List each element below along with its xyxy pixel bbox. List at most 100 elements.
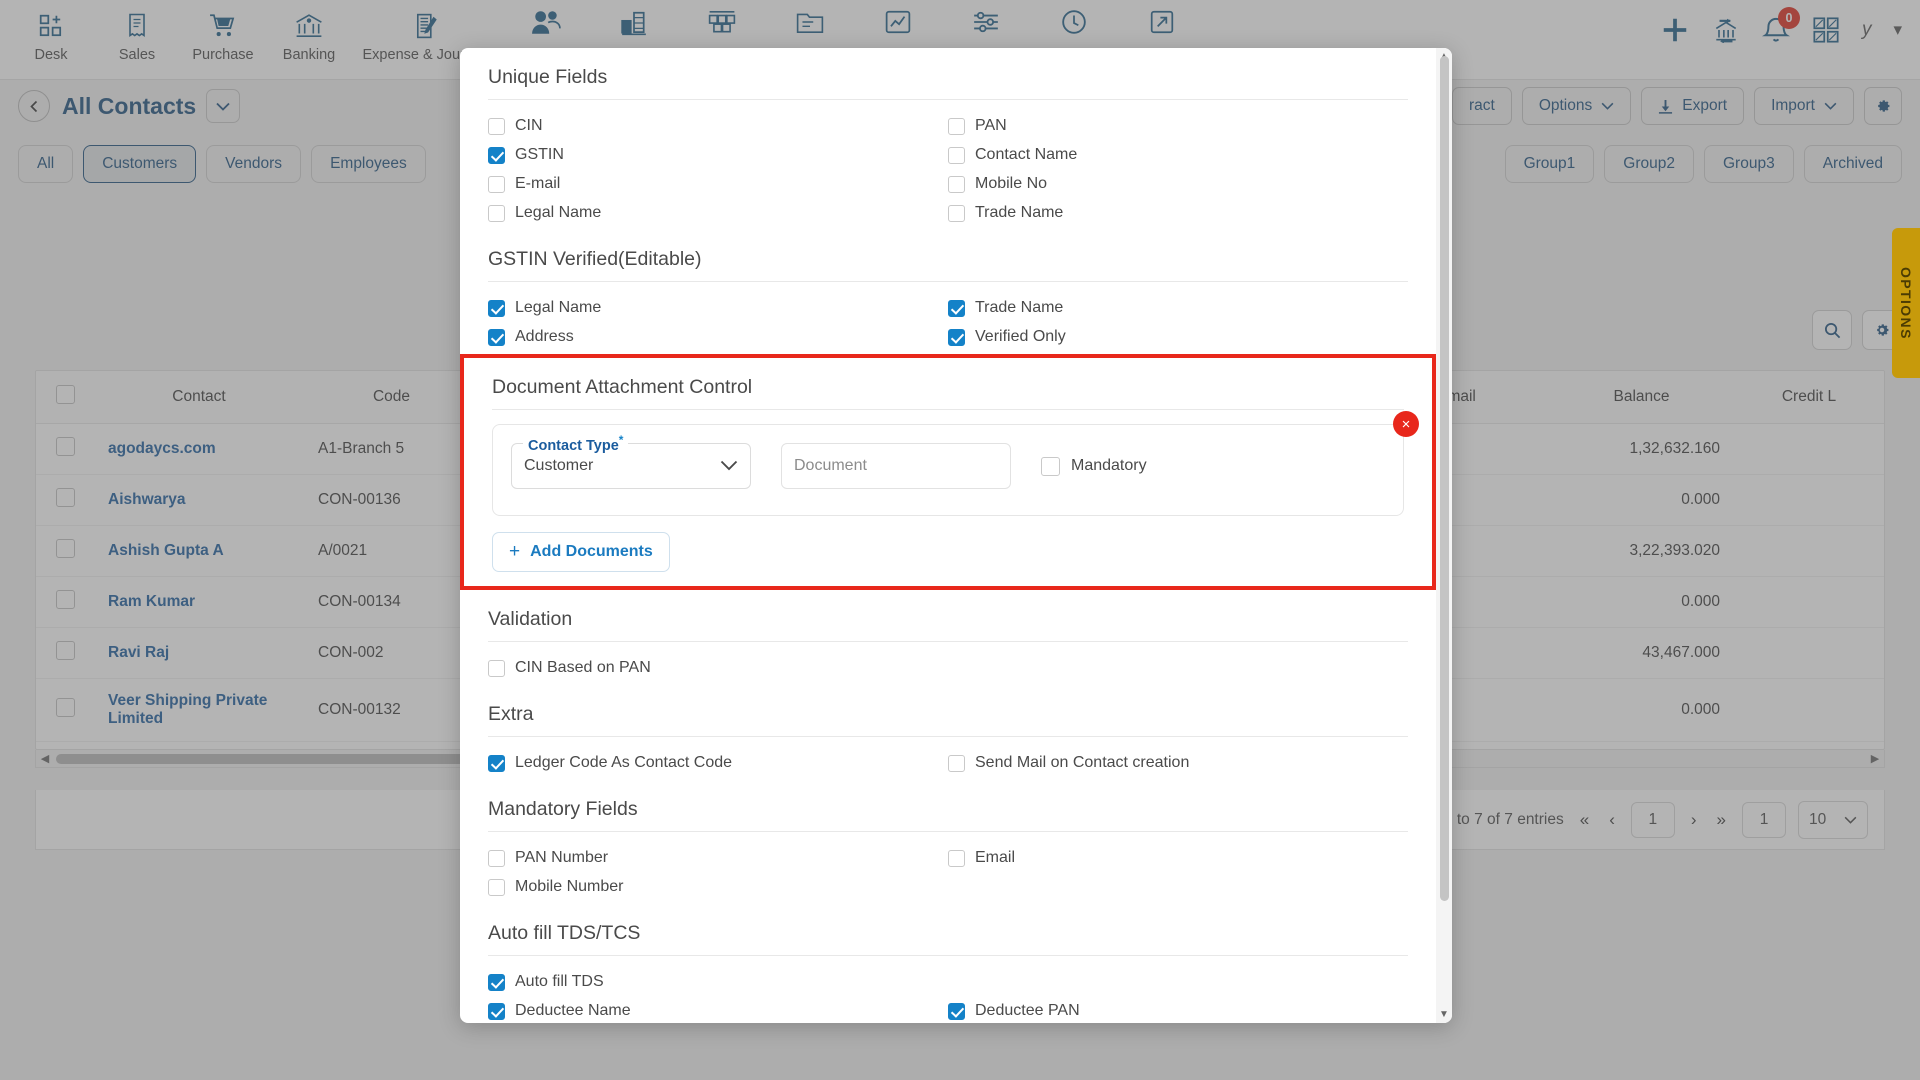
current-page-button[interactable]: 1 bbox=[1630, 801, 1675, 838]
checkbox-row[interactable]: Auto fill TDS bbox=[488, 970, 948, 994]
prev-page-button[interactable]: ‹ bbox=[1605, 810, 1619, 830]
row-select-checkbox[interactable] bbox=[55, 437, 75, 456]
nav-item-contacts[interactable] bbox=[502, 0, 590, 42]
nav-item-export-window[interactable] bbox=[1118, 0, 1206, 40]
modal-scrollbar-track[interactable]: ▲ ▼ bbox=[1436, 48, 1452, 1023]
checkbox-row[interactable]: Contact Name bbox=[948, 143, 1408, 167]
first-page-button[interactable]: « bbox=[1576, 810, 1593, 830]
checkbox-e-mail[interactable] bbox=[488, 175, 505, 193]
mandatory-toggle[interactable]: Mandatory bbox=[1041, 456, 1147, 476]
checkbox-deductee-name[interactable] bbox=[488, 1002, 505, 1020]
notifications-bell-button[interactable]: 0 bbox=[1761, 7, 1800, 44]
checkbox-address[interactable] bbox=[488, 328, 505, 346]
filter-tab-vendors[interactable]: Vendors bbox=[206, 145, 302, 183]
checkbox-contact-name[interactable] bbox=[948, 146, 965, 164]
checkbox-gstin[interactable] bbox=[488, 146, 505, 164]
scroll-right-arrow-icon[interactable]: ▶ bbox=[1866, 752, 1884, 765]
filter-tab-group2[interactable]: Group2 bbox=[1604, 145, 1694, 183]
checkbox-row[interactable]: Legal Name bbox=[488, 296, 948, 320]
modal-scrollbar-thumb[interactable] bbox=[1440, 56, 1449, 901]
checkbox-deductee-pan[interactable] bbox=[948, 1002, 965, 1020]
nav-item-desk[interactable]: Desk bbox=[8, 0, 94, 63]
nav-item-inventory[interactable] bbox=[590, 0, 678, 42]
scroll-down-arrow-icon[interactable]: ▼ bbox=[1438, 1009, 1450, 1020]
row-select-checkbox[interactable] bbox=[55, 590, 75, 609]
checkbox-legal-name[interactable] bbox=[488, 204, 505, 222]
page-title-dropdown-button[interactable] bbox=[206, 89, 241, 123]
nav-item-banking[interactable]: Banking bbox=[266, 0, 352, 63]
column-header-code[interactable]: Code bbox=[304, 371, 479, 424]
checkbox-auto-fill-tds[interactable] bbox=[488, 973, 505, 991]
checkbox-email[interactable] bbox=[948, 849, 965, 867]
column-header-balance[interactable]: Balance bbox=[1549, 371, 1734, 424]
nav-item-sales[interactable]: Sales bbox=[94, 0, 180, 63]
checkbox-row[interactable]: Trade Name bbox=[948, 201, 1408, 225]
checkbox-row[interactable]: Mobile Number bbox=[488, 875, 948, 899]
chevron-down-icon[interactable]: ▾ bbox=[1893, 20, 1902, 40]
nav-item-purchase[interactable]: Purchase bbox=[180, 0, 266, 63]
last-page-button[interactable]: » bbox=[1713, 810, 1730, 830]
checkbox-row[interactable]: PAN Number bbox=[488, 846, 948, 870]
contact-link[interactable]: Veer Shipping Private Limited bbox=[108, 692, 267, 727]
remove-document-row-button[interactable]: × bbox=[1393, 411, 1419, 437]
checkbox-send-mail-on-contact-creation[interactable] bbox=[948, 754, 965, 772]
checkbox-verified-only[interactable] bbox=[948, 328, 965, 346]
options-side-tab[interactable]: OPTIONS bbox=[1892, 228, 1920, 378]
search-button[interactable] bbox=[1812, 310, 1852, 350]
row-select-checkbox[interactable] bbox=[55, 488, 75, 507]
checkbox-legal-name[interactable] bbox=[488, 299, 505, 317]
import-button[interactable]: Import bbox=[1754, 87, 1854, 125]
column-header-credit-limit[interactable]: Credit L bbox=[1734, 371, 1884, 424]
checkbox-row[interactable]: Trade Name bbox=[948, 296, 1408, 320]
contact-link[interactable]: Ravi Raj bbox=[108, 644, 169, 661]
row-select-checkbox[interactable] bbox=[55, 641, 75, 660]
document-name-input[interactable] bbox=[781, 443, 1011, 489]
export-button[interactable]: Export bbox=[1641, 87, 1745, 125]
checkbox-row[interactable]: E-mail bbox=[488, 172, 948, 196]
checkbox-row[interactable]: Address bbox=[488, 325, 948, 349]
mandatory-checkbox[interactable] bbox=[1041, 456, 1060, 476]
contact-link[interactable]: Ashish Gupta A bbox=[108, 542, 224, 559]
row-select-checkbox[interactable] bbox=[55, 539, 75, 558]
checkbox-mobile-no[interactable] bbox=[948, 175, 965, 193]
back-button[interactable] bbox=[18, 90, 50, 122]
column-header-contact[interactable]: Contact bbox=[94, 371, 304, 424]
nav-item-refresh-cycle[interactable] bbox=[1030, 0, 1118, 40]
filter-tab-customers[interactable]: Customers bbox=[83, 145, 197, 183]
add-new-button[interactable] bbox=[1660, 15, 1690, 45]
checkbox-ledger-code-as-contact-code[interactable] bbox=[488, 754, 505, 772]
filter-tab-employees[interactable]: Employees bbox=[311, 145, 426, 183]
checkbox-row[interactable]: Deductee PAN bbox=[948, 999, 1408, 1023]
row-select-checkbox[interactable] bbox=[55, 698, 75, 717]
checkbox-pan-number[interactable] bbox=[488, 849, 505, 867]
new-contact-button[interactable]: ract bbox=[1451, 87, 1512, 125]
user-initial-avatar[interactable]: y bbox=[1862, 19, 1872, 41]
checkbox-trade-name[interactable] bbox=[948, 204, 965, 222]
checkbox-cin-based-on-pan[interactable] bbox=[488, 659, 505, 677]
contact-link[interactable]: Aishwarya bbox=[108, 491, 186, 508]
filter-tab-archived[interactable]: Archived bbox=[1803, 145, 1902, 183]
nav-item-reports[interactable] bbox=[766, 0, 854, 40]
contact-link[interactable]: Ram Kumar bbox=[108, 593, 195, 610]
checkbox-row[interactable]: Email bbox=[948, 846, 1408, 870]
bank-transfer-icon[interactable] bbox=[1712, 17, 1740, 43]
scroll-thumb[interactable] bbox=[56, 753, 476, 764]
filter-tab-all[interactable]: All bbox=[18, 145, 74, 183]
checkbox-row[interactable]: Deductee Name bbox=[488, 999, 948, 1023]
page-size-select[interactable]: 10 bbox=[1798, 800, 1868, 839]
nav-item-settings-sliders[interactable] bbox=[942, 0, 1030, 40]
checkbox-row[interactable]: CIN Based on PAN bbox=[488, 656, 948, 680]
options-button[interactable]: Options bbox=[1521, 87, 1632, 125]
checkbox-row[interactable]: Verified Only bbox=[948, 325, 1408, 349]
checkbox-row[interactable]: CIN bbox=[488, 114, 948, 138]
contact-link[interactable]: agodaycs.com bbox=[108, 440, 216, 457]
page-settings-button[interactable] bbox=[1864, 87, 1902, 125]
filter-tab-group1[interactable]: Group1 bbox=[1504, 145, 1595, 183]
add-documents-button[interactable]: + Add Documents bbox=[492, 532, 670, 572]
checkbox-row[interactable]: GSTIN bbox=[488, 143, 948, 167]
filter-tab-group3[interactable]: Group3 bbox=[1703, 145, 1794, 183]
checkbox-cin[interactable] bbox=[488, 117, 505, 135]
checkbox-row[interactable]: Legal Name bbox=[488, 201, 948, 225]
select-all-checkbox[interactable] bbox=[55, 385, 75, 404]
scroll-left-arrow-icon[interactable]: ◀ bbox=[36, 752, 54, 765]
